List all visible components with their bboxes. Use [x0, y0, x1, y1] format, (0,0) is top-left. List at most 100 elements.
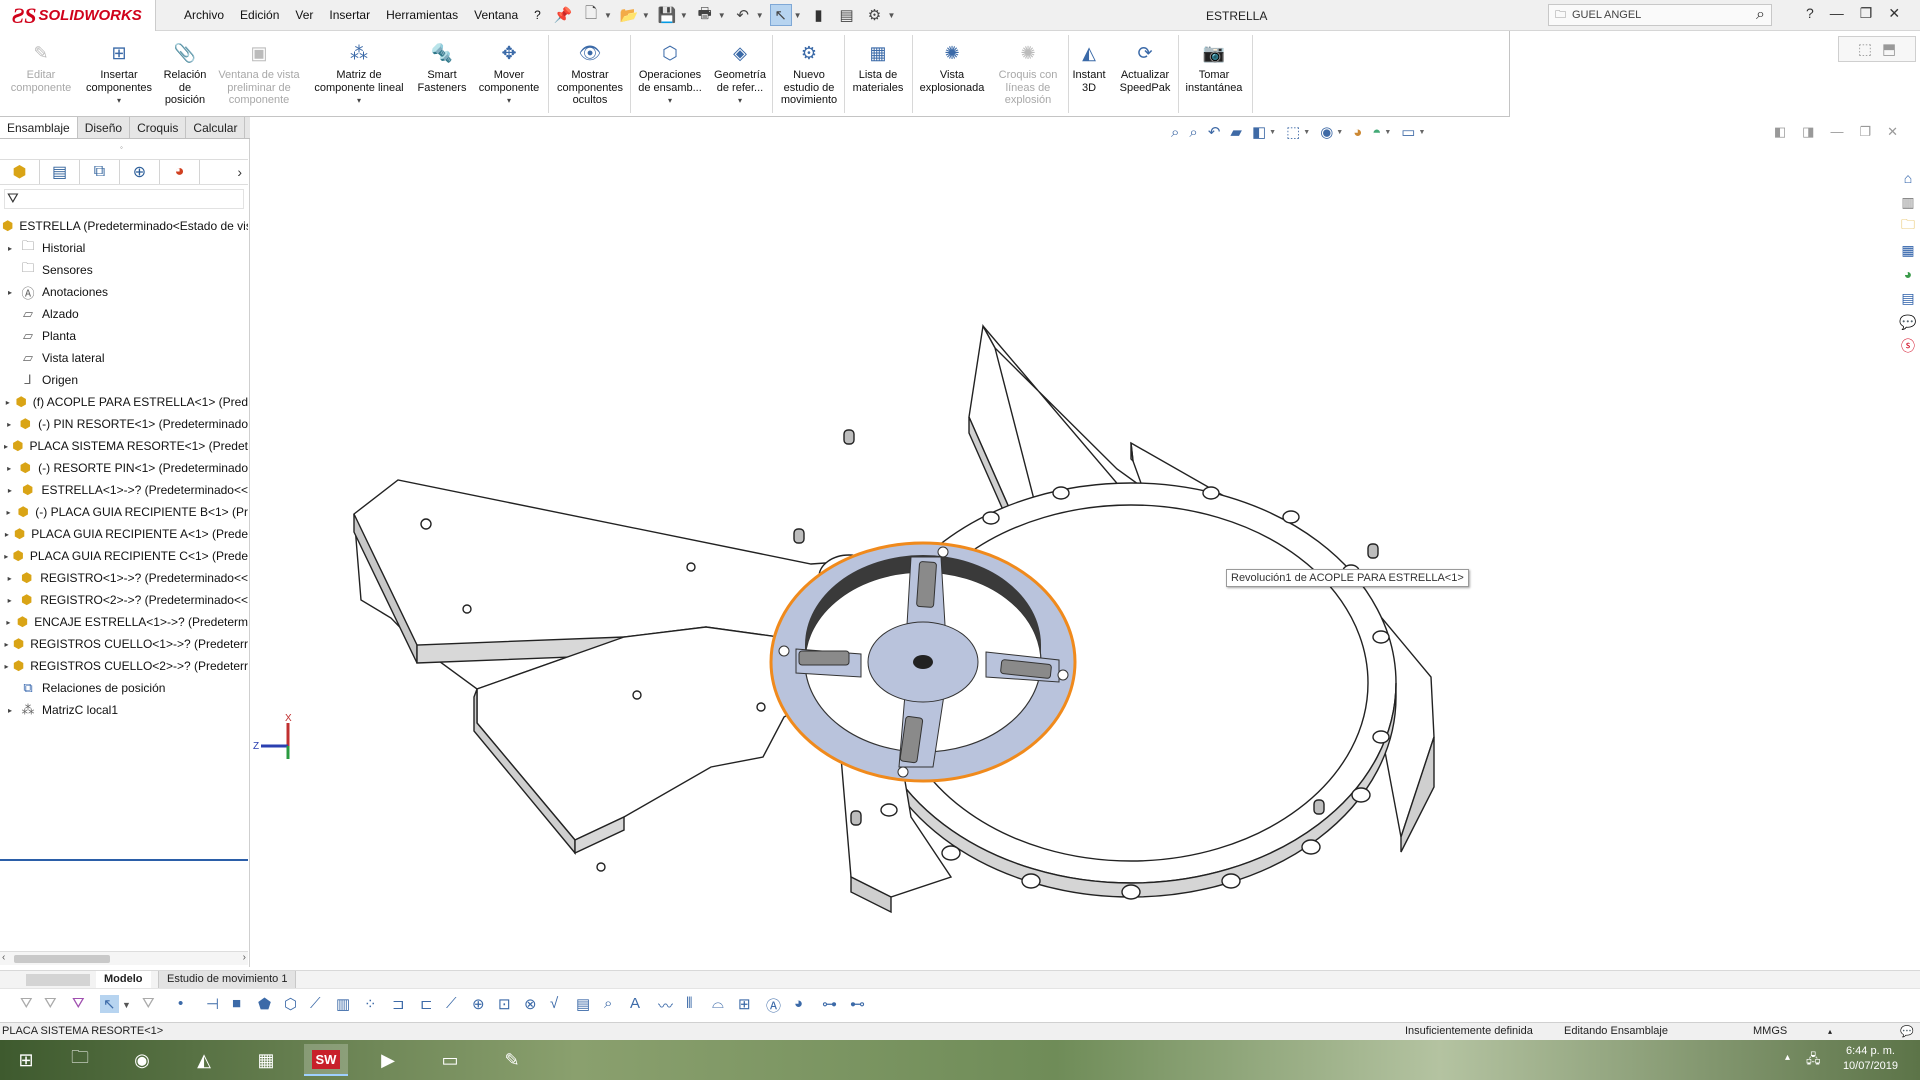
sketch-segment-filter-icon[interactable]: ⊏	[420, 995, 433, 1013]
tree-item[interactable]: ▸ ⬢ (-) PIN RESORTE<1> (Predeterminado	[0, 413, 248, 435]
tree-item[interactable]: ▸ ⬢ (-) RESORTE PIN<1> (Predeterminado	[0, 457, 248, 479]
tree-item[interactable]: ▸ ⬢ REGISTROS CUELLO<2>->? (Predeterr	[0, 655, 248, 677]
bill-of-materials-button[interactable]: ▦ Lista de materiales	[846, 31, 910, 117]
file-explorer-icon[interactable]: 🗀	[58, 1044, 102, 1076]
weld-filter-icon[interactable]: ▤	[576, 995, 590, 1013]
pin-icon[interactable]: 📌	[552, 4, 574, 26]
balloon-filter-icon[interactable]: ⦀	[686, 995, 693, 1012]
menu-insertar[interactable]: Insertar	[321, 8, 378, 22]
expand-arrow-icon[interactable]: ▸	[4, 706, 16, 715]
midpoint-filter-icon[interactable]: ⊷	[850, 995, 865, 1013]
face-filter-icon[interactable]: ■	[232, 995, 241, 1012]
expand-arrow-icon[interactable]: ▸	[4, 486, 16, 495]
center-mark-filter-icon[interactable]: ⊕	[472, 995, 485, 1013]
datum-filter-icon[interactable]: ⌕	[604, 995, 612, 1012]
expand-arrow-icon[interactable]: ▸	[4, 420, 14, 429]
scroll-left-icon[interactable]: ‹	[2, 952, 5, 963]
update-speedpak-button[interactable]: ⟳ Actualizar SpeedPak	[1110, 31, 1180, 117]
plane-filter-icon[interactable]: ▥	[336, 995, 350, 1013]
tree-item[interactable]: ▸ ⬢ PLACA GUIA RECIPIENTE A<1> (Prede	[0, 523, 248, 545]
menu-ventana[interactable]: Ventana	[466, 8, 526, 22]
vertex-filter-icon[interactable]: •	[178, 995, 183, 1012]
tree-item[interactable]: ▸ Ⓐ Anotaciones	[0, 281, 248, 303]
expand-arrow-icon[interactable]: ▸	[4, 508, 13, 517]
scroll-right-icon[interactable]: ›	[243, 952, 246, 963]
tree-root[interactable]: ⬢ ESTRELLA (Predeterminado<Estado de vis	[0, 215, 248, 237]
expand-arrow-icon[interactable]: ▸	[4, 464, 14, 473]
show-hidden-components-button[interactable]: 👁 Mostrar componentes ocultos	[550, 31, 630, 117]
dimxpert-tab-icon[interactable]: ⊕	[120, 160, 160, 184]
filter-selection-icon[interactable]: ⛛	[72, 995, 85, 1012]
filter-toggle-icon[interactable]: ⛛	[44, 995, 57, 1012]
chrome-icon[interactable]: ◉	[120, 1044, 164, 1076]
mate-button[interactable]: 📎 Relación de posición	[158, 31, 212, 117]
reference-geometry-button[interactable]: ◈ Geometría de refer... ▾	[708, 31, 772, 117]
expand-arrow-icon[interactable]: ▸	[4, 442, 8, 451]
save-icon[interactable]: 💾	[656, 4, 678, 26]
expand-arrow-icon[interactable]: ▸	[4, 398, 11, 407]
undo-icon[interactable]: ↶	[732, 4, 754, 26]
status-mode[interactable]: Editando Ensamblaje	[1564, 1025, 1668, 1037]
linear-pattern-button[interactable]: ⁂ Matriz de componente lineal ▾	[306, 31, 412, 117]
surface-finish-filter-icon[interactable]: √	[550, 995, 558, 1012]
menu-edicion[interactable]: Edición	[232, 8, 287, 22]
chevron-down-icon[interactable]: ▾	[117, 95, 121, 108]
tree-item[interactable]: 🗀 Sensores	[0, 259, 248, 281]
tree-item[interactable]: ⅃ Origen	[0, 369, 248, 391]
expand-arrow-icon[interactable]: ▸	[4, 574, 15, 583]
status-units[interactable]: MMGS	[1753, 1025, 1787, 1037]
horizontal-scrollbar[interactable]: ‹ ›	[0, 951, 248, 965]
filter-icon[interactable]: ⛛	[20, 995, 33, 1012]
image-viewer-icon[interactable]: ▭	[428, 1044, 472, 1076]
chevron-right-icon[interactable]: ›	[237, 164, 242, 180]
feature-tree-tab-icon[interactable]: ⬢	[0, 160, 40, 184]
chevron-down-icon[interactable]: ▾	[668, 95, 672, 108]
graphics-area[interactable]: ⌕ ⌕ ↶ ▰ ◧ ▼ ⬚ ▼ ◉ ▼ ◕ ◓ ▼ ▭ ▼ ◧ ◨ — ❐ ✕ ⌂ ▥ 🗀…	[251, 117, 1920, 967]
menu-ver[interactable]: Ver	[287, 8, 321, 22]
solid-filter-icon[interactable]: ⬡	[284, 995, 297, 1013]
restore-icon[interactable]: ❐	[1860, 5, 1873, 22]
connection-filter-icon[interactable]: ⊶	[822, 995, 837, 1013]
chevron-down-icon[interactable]: ▼	[718, 11, 726, 20]
take-snapshot-button[interactable]: 📷 Tomar instantánea	[1180, 31, 1248, 117]
axis-filter-icon[interactable]: ⟋	[310, 995, 321, 1012]
tree-item[interactable]: ⧉ Relaciones de posición	[0, 677, 248, 699]
sketch-icon[interactable]: ⬚	[1858, 40, 1872, 58]
tree-item[interactable]: ▱ Planta	[0, 325, 248, 347]
print-icon[interactable]: 🖶	[694, 4, 716, 26]
chevron-down-icon[interactable]: ▼	[888, 11, 896, 20]
stacked-balloon-filter-icon[interactable]: ⌓	[712, 995, 724, 1012]
menu-archivo[interactable]: Archivo	[176, 8, 232, 22]
tree-item[interactable]: ▸ ⬢ ENCAJE ESTRELLA<1>->? (Predeterm	[0, 611, 248, 633]
tree-item[interactable]: ▱ Alzado	[0, 303, 248, 325]
open-icon[interactable]: 📂	[618, 4, 640, 26]
expand-arrow-icon[interactable]: ▸	[4, 288, 16, 297]
search-icon[interactable]: ⌕	[1756, 6, 1765, 24]
instant3d-button[interactable]: ◭ Instant 3D	[1070, 31, 1108, 117]
media-player-icon[interactable]: ▶	[366, 1044, 410, 1076]
tree-item[interactable]: ▸ ⬢ PLACA SISTEMA RESORTE<1> (Predet	[0, 435, 248, 457]
file-properties-icon[interactable]: ▤	[836, 4, 858, 26]
cosmetic-thread-filter-icon[interactable]: 〰	[658, 995, 673, 1016]
tab-calcular[interactable]: Calcular	[186, 117, 246, 138]
sketch-point-filter-icon[interactable]: ⟋	[446, 995, 457, 1012]
chevron-down-icon[interactable]: ▼	[794, 11, 802, 20]
acople-selected[interactable]	[769, 541, 1077, 783]
expand-icon[interactable]: ⬒	[1882, 40, 1896, 58]
chevron-down-icon[interactable]: ▾	[507, 95, 511, 108]
solidworks-2017-icon[interactable]: SW	[304, 1044, 348, 1076]
hole-table-filter-icon[interactable]: Ⓐ	[766, 995, 781, 1016]
explode-line-sketch-button[interactable]: ✺ Croquis con líneas de explosión	[990, 31, 1066, 117]
paint-icon[interactable]: ✎	[490, 1044, 534, 1076]
note-filter-icon[interactable]: ⊗	[524, 995, 537, 1013]
tree-item[interactable]: ▸ ⬢ (f) ACOPLE PARA ESTRELLA<1> (Pred	[0, 391, 248, 413]
insert-components-button[interactable]: ⊞ Insertar componentes ▾	[80, 31, 158, 117]
tree-item[interactable]: ▸ 🗀 Historial	[0, 237, 248, 259]
edge-filter-icon[interactable]: ⊣	[206, 995, 219, 1013]
rollback-bar[interactable]	[0, 859, 248, 861]
solidworks-2017-cad-icon[interactable]: ◭	[182, 1044, 226, 1076]
close-icon[interactable]: ✕	[1888, 5, 1900, 22]
expand-arrow-icon[interactable]: ▸	[4, 552, 9, 561]
configuration-tab-icon[interactable]: ⧉	[80, 160, 120, 184]
clear-selection-icon[interactable]: ⛛	[142, 995, 155, 1012]
